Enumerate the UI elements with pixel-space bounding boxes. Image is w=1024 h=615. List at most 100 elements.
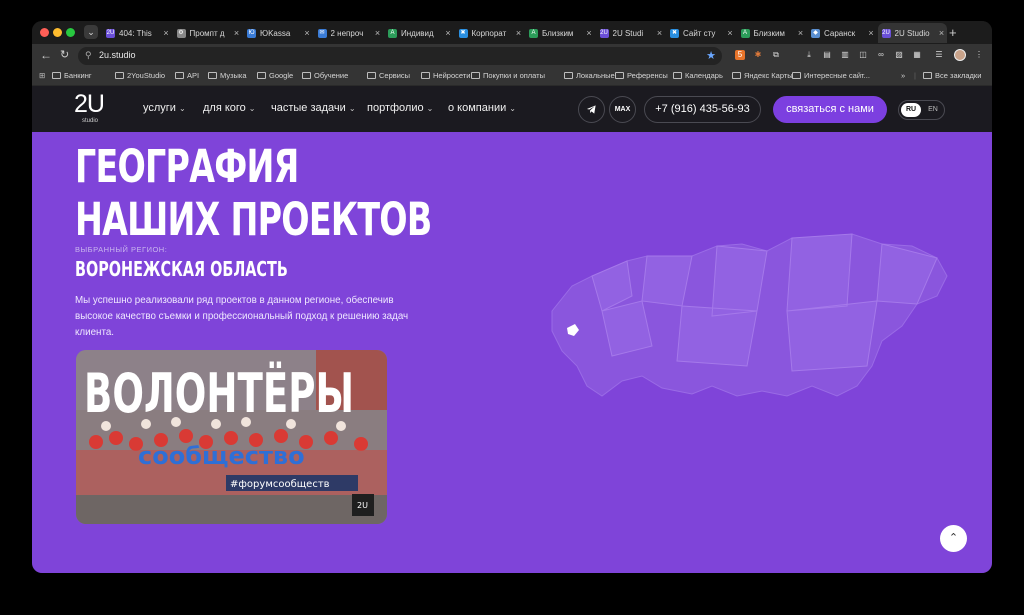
link-icon[interactable]: ∞ (876, 50, 886, 60)
tab-favicon-icon: ⚙ (176, 28, 186, 38)
community-sign-text: сообщество (138, 442, 305, 470)
language-switch[interactable]: RU EN (898, 100, 945, 120)
bookmark-item[interactable]: Банкинг (52, 71, 92, 80)
bookmarks-more-button[interactable]: » (901, 71, 905, 80)
close-tab-icon[interactable]: × (866, 28, 876, 38)
tab-title: Близким (542, 28, 574, 38)
contact-button[interactable]: связаться с нами (773, 96, 887, 123)
bookmark-item[interactable]: Покупки и оплаты (471, 71, 545, 80)
browser-tab[interactable]: 2U 404: This × (102, 23, 171, 43)
menu-item-tasks[interactable]: частые задачи ⌄ (271, 102, 356, 114)
bookmark-item[interactable]: 2YouStudio (115, 71, 165, 80)
region-description: Мы успешно реализовали ряд проектов в да… (75, 295, 409, 338)
close-tab-icon[interactable]: × (937, 28, 947, 38)
tab-title: Корпорат (471, 28, 507, 38)
close-tab-icon[interactable]: × (725, 28, 735, 38)
apps-grid-icon[interactable]: ⊞ (39, 71, 45, 80)
bookmark-item[interactable]: Google (257, 71, 293, 80)
close-window-button[interactable] (40, 28, 49, 37)
lang-ru[interactable]: RU (901, 103, 921, 117)
phone-button[interactable]: +7 (916) 435-56-93 (644, 96, 761, 123)
address-bar[interactable]: ⚲ 2u.studio ★ (78, 47, 722, 65)
bookmark-item[interactable]: Яндекс Карты (732, 71, 793, 80)
browser-tab[interactable]: ✉ 2 непроч × (314, 23, 383, 43)
minimize-window-button[interactable] (53, 28, 62, 37)
screenshot-icon[interactable]: ◫ (858, 50, 868, 60)
new-tab-button[interactable]: + (949, 25, 957, 40)
browser-tab[interactable]: 2U 2U Studi × (596, 23, 665, 43)
scroll-to-top-button[interactable]: ⌃ (940, 525, 967, 552)
browser-tab[interactable]: ✖ Корпорат × (455, 23, 524, 43)
browser-tab[interactable]: 2U 2U Studio × (877, 23, 947, 43)
close-tab-icon[interactable]: × (584, 28, 594, 38)
lang-en[interactable]: EN (925, 103, 941, 117)
browser-tab[interactable]: ◆ Саранск × (807, 23, 876, 43)
browser-tab[interactable]: A Индивид × (384, 23, 453, 43)
close-tab-icon[interactable]: × (514, 28, 524, 38)
bookmark-item[interactable]: Сервисы (367, 71, 410, 80)
folder-icon (792, 72, 801, 79)
tool-icon[interactable]: ▨ (894, 50, 904, 60)
browser-tab[interactable]: A Близким × (737, 23, 806, 43)
browser-menu-icon[interactable]: ⋮ (974, 50, 984, 60)
menu-item-for-whom[interactable]: для кого ⌄ (203, 102, 256, 114)
close-tab-icon[interactable]: × (796, 28, 806, 38)
bookmark-item[interactable]: Обучение (302, 71, 348, 80)
extension-icon[interactable]: ▦ (912, 50, 922, 60)
menu-item-about[interactable]: о компании ⌄ (448, 102, 516, 114)
reload-button[interactable]: ↻ (60, 48, 69, 62)
tab-favicon-icon: A (740, 28, 750, 38)
project-photo[interactable]: ВОЛОНТЁРЫ сообщество #форумсообществ 2U (76, 350, 387, 524)
bookmark-item[interactable]: Нейросети (421, 71, 470, 80)
chevron-down-icon: ⌄ (426, 104, 434, 113)
close-tab-icon[interactable]: × (373, 28, 383, 38)
selected-region-name: ВОРОНЕЖСКАЯ ОБЛАСТЬ (75, 257, 288, 281)
tab-title: ЮKassa (260, 28, 291, 38)
profile-avatar[interactable] (954, 49, 966, 61)
folder-icon (208, 72, 217, 79)
chevron-down-icon: ⌄ (178, 104, 186, 113)
tab-search-button[interactable]: ⌄ (84, 25, 98, 39)
bookmark-star-icon[interactable]: ★ (706, 49, 716, 62)
max-messenger-button[interactable]: MAX (609, 96, 636, 123)
browser-tab[interactable]: ✖ Сайт сту × (666, 23, 735, 43)
back-button[interactable]: ← (40, 48, 52, 62)
download-icon[interactable]: ⤓ (804, 50, 814, 60)
close-tab-icon[interactable]: × (443, 28, 453, 38)
translate-icon[interactable]: ▥ (840, 50, 850, 60)
browser-tab[interactable]: A Близким × (525, 23, 594, 43)
extension-icon[interactable]: 5 (735, 50, 745, 60)
photo-badge-text: 2U (357, 501, 368, 510)
bookmark-item[interactable]: Календарь (673, 71, 723, 80)
telegram-button[interactable] (578, 96, 605, 123)
browser-tab[interactable]: Ю ЮKassa × (243, 23, 312, 43)
extension-icon[interactable]: ✱ (753, 50, 763, 60)
trash-icon[interactable]: ▤ (822, 50, 832, 60)
logo[interactable]: 2U (74, 92, 105, 117)
all-bookmarks-folder[interactable]: Все закладки (923, 71, 981, 80)
tab-favicon-icon: Ю (247, 28, 256, 38)
close-tab-icon[interactable]: × (232, 28, 242, 38)
menu-item-portfolio[interactable]: портфолио ⌄ (367, 102, 433, 114)
bookmark-item[interactable]: Интересные сайт... (792, 71, 870, 80)
site-info-icon[interactable]: ⚲ (85, 50, 92, 61)
telegram-icon (586, 105, 596, 114)
folder-icon (175, 72, 184, 79)
extensions-puzzle-icon[interactable]: ⧉ (771, 50, 781, 60)
logo-subtitle: studio (82, 118, 99, 124)
browser-tab[interactable]: ⚙ Промпт д × (173, 23, 242, 43)
reading-list-icon[interactable]: ☰ (934, 50, 944, 60)
bookmark-item[interactable]: Локальные (564, 71, 615, 80)
menu-item-services[interactable]: услуги ⌄ (143, 102, 186, 114)
close-tab-icon[interactable]: × (302, 28, 312, 38)
close-tab-icon[interactable]: × (655, 28, 665, 38)
bookmark-item[interactable]: Референсы (615, 71, 668, 80)
bookmark-item[interactable]: API (175, 71, 199, 80)
maximize-window-button[interactable] (66, 28, 75, 37)
russia-regions-map[interactable] (532, 216, 972, 441)
close-tab-icon[interactable]: × (161, 28, 171, 38)
tab-favicon-icon: A (529, 28, 538, 38)
bookmark-item[interactable]: Музыка (208, 71, 247, 80)
folder-icon (615, 72, 624, 79)
folder-icon (52, 72, 61, 79)
